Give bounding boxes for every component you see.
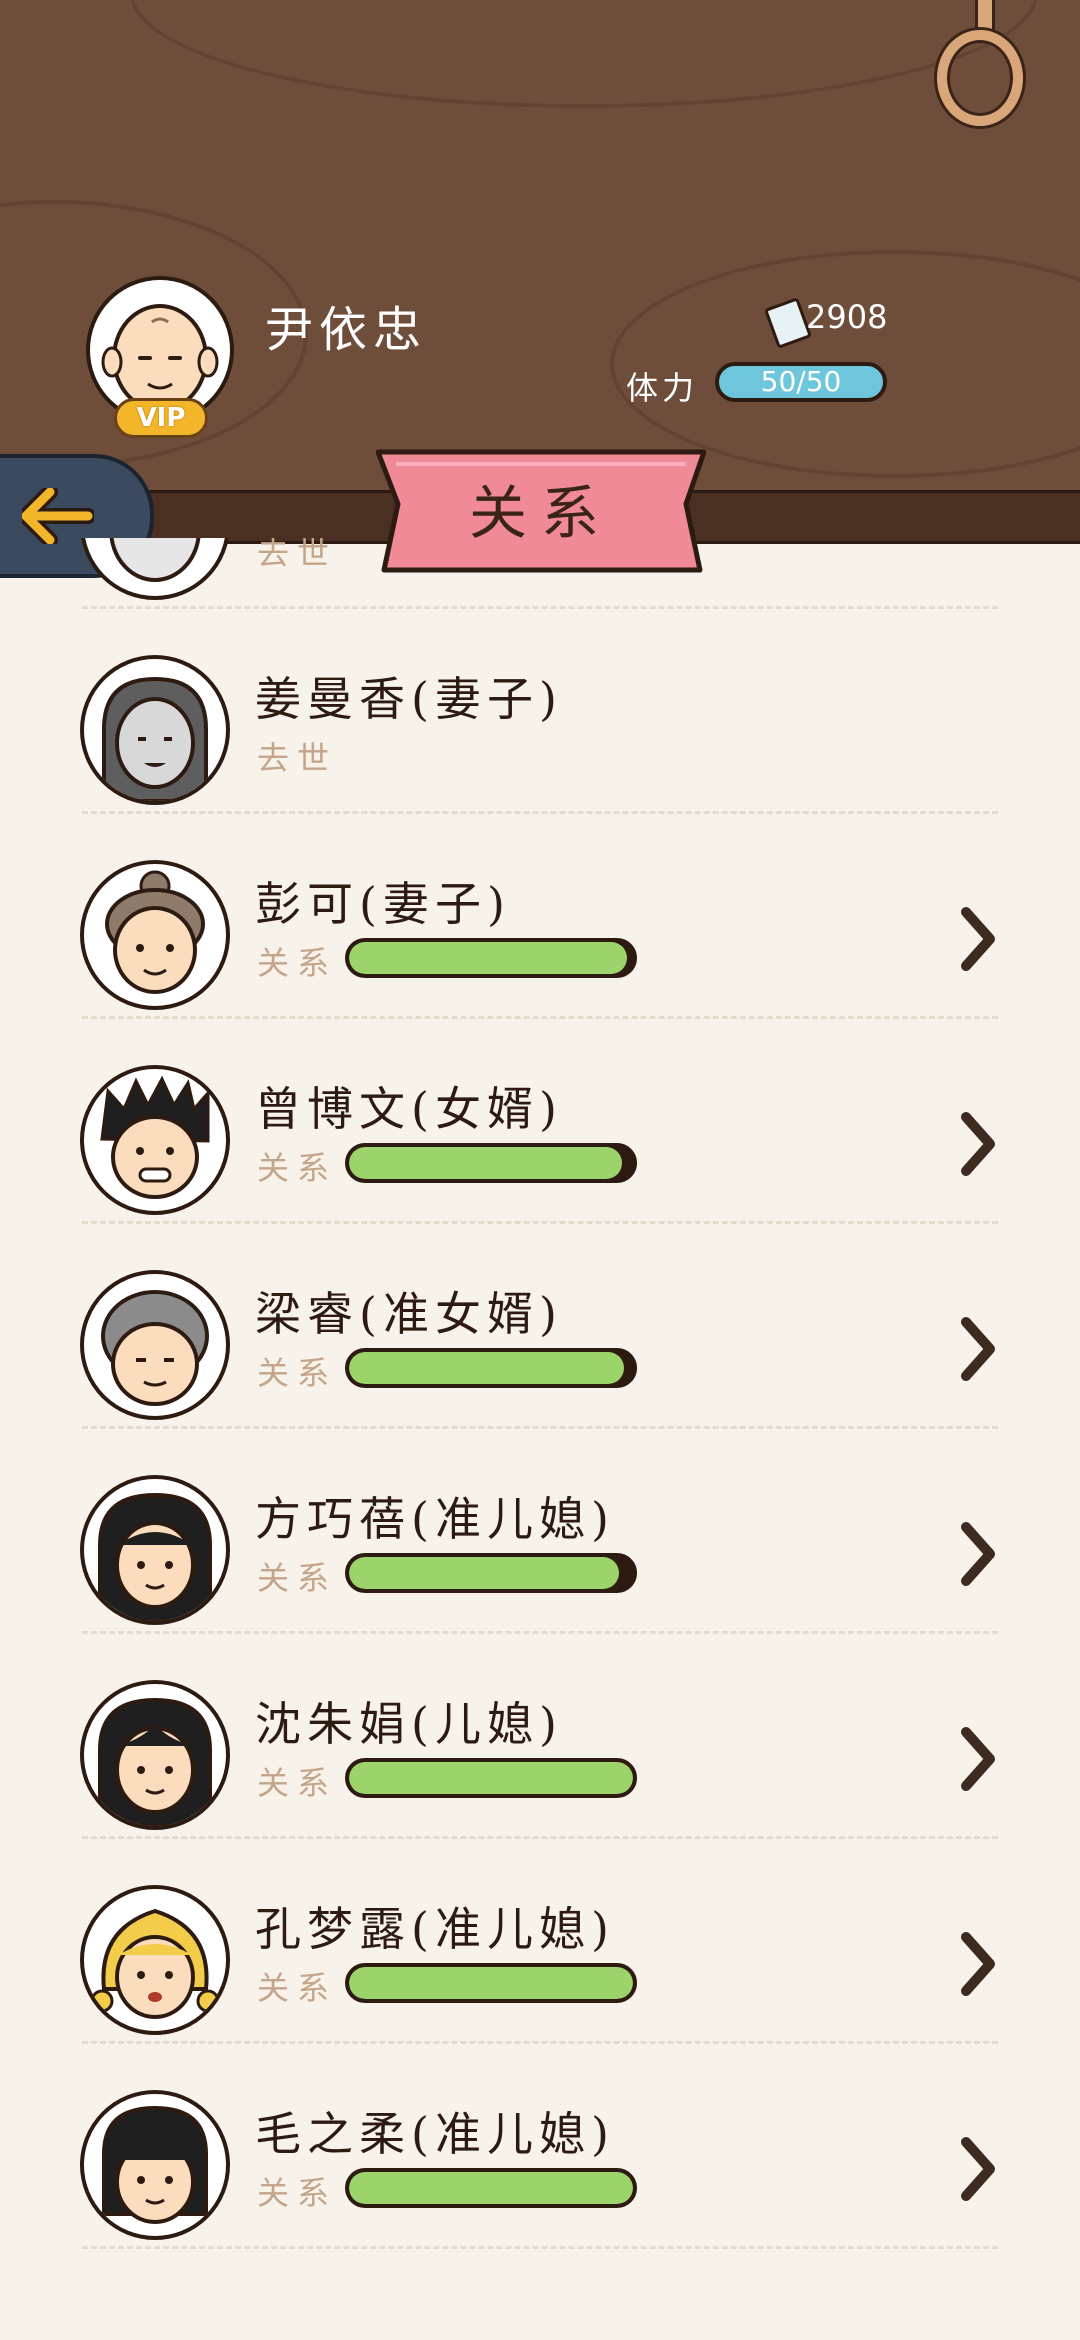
list-item[interactable]: 沈朱娟(儿媳) 关系 — [0, 1634, 1080, 1839]
relation-bar-fill — [349, 942, 628, 974]
list-item[interactable]: 彭可(妻子) 关系 — [0, 814, 1080, 1019]
relation-name: 曾博文(女婿) — [255, 1082, 563, 1136]
relationship-list[interactable]: 去世 姜曼香(妻子) 去世 彭可(妻子) 关系 曾博文(女婿) 关系 梁睿(准女… — [0, 538, 1080, 2340]
chevron-right-icon[interactable] — [958, 1726, 998, 1792]
relation-label: 关系 — [257, 944, 338, 982]
relation-label: 关系 — [257, 1969, 338, 2007]
chevron-right-icon[interactable] — [958, 1111, 998, 1177]
avatar — [80, 2090, 230, 2240]
avatar — [80, 538, 230, 600]
back-arrow-icon — [22, 488, 94, 544]
wood-grain — [130, 0, 1038, 108]
header-panel: VIP 尹依忠 2908 体力 50/50 — [0, 0, 1080, 490]
pull-ring-icon[interactable] — [937, 30, 1023, 126]
player-name: 尹依忠 — [265, 302, 428, 358]
relation-bar — [345, 938, 637, 978]
relation-bar-fill — [349, 1762, 633, 1794]
relation-bar-fill — [349, 1352, 625, 1384]
relation-name: 沈朱娟(儿媳) — [255, 1697, 563, 1751]
avatar — [80, 1885, 230, 2035]
relation-bar — [345, 2168, 637, 2208]
list-item[interactable]: 去世 — [0, 538, 1080, 609]
avatar — [80, 1680, 230, 1830]
relation-name: 毛之柔(准儿媳) — [255, 2107, 615, 2161]
relation-name: 孔梦露(准儿媳) — [255, 1902, 615, 1956]
relation-bar — [345, 1348, 637, 1388]
relation-bar-fill — [349, 1557, 619, 1589]
list-item[interactable]: 方巧蓓(准儿媳) 关系 — [0, 1429, 1080, 1634]
relation-bar-fill — [349, 1147, 622, 1179]
relation-label: 关系 — [257, 1149, 338, 1187]
relation-label: 关系 — [257, 2174, 338, 2212]
chevron-right-icon[interactable] — [958, 1931, 998, 1997]
relation-bar — [345, 1758, 637, 1798]
relation-label: 关系 — [257, 1559, 338, 1597]
relation-bar — [345, 1553, 637, 1593]
divider — [82, 2246, 998, 2249]
list-item[interactable]: 毛之柔(准儿媳) 关系 — [0, 2044, 1080, 2249]
chevron-right-icon[interactable] — [958, 2136, 998, 2202]
chevron-right-icon[interactable] — [958, 906, 998, 972]
relation-name: 梁睿(准女婿) — [255, 1287, 563, 1341]
avatar — [80, 1270, 230, 1420]
relation-status: 去世 — [257, 739, 338, 777]
chevron-right-icon[interactable] — [958, 1521, 998, 1587]
relation-bar — [345, 1963, 637, 2003]
relation-name: 彭可(妻子) — [255, 877, 511, 931]
relation-label: 关系 — [257, 1764, 338, 1802]
avatar — [80, 1065, 230, 1215]
avatar — [80, 1475, 230, 1625]
stamina-bar: 50/50 — [715, 362, 887, 402]
list-item[interactable]: 姜曼香(妻子) 去世 — [0, 609, 1080, 814]
relation-name: 方巧蓓(准儿媳) — [255, 1492, 615, 1546]
stamina-label: 体力 — [626, 369, 699, 407]
money-value: 2908 — [806, 298, 888, 336]
avatar — [80, 655, 230, 805]
relation-label: 关系 — [257, 1354, 338, 1392]
chevron-right-icon[interactable] — [958, 1316, 998, 1382]
list-item[interactable]: 曾博文(女婿) 关系 — [0, 1019, 1080, 1224]
avatar — [80, 860, 230, 1010]
vip-badge: VIP — [114, 398, 208, 438]
list-item[interactable]: 梁睿(准女婿) 关系 — [0, 1224, 1080, 1429]
relation-bar — [345, 1143, 637, 1183]
relation-name: 姜曼香(妻子) — [255, 672, 563, 726]
relation-status: 去世 — [257, 538, 338, 572]
list-item[interactable]: 孔梦露(准儿媳) 关系 — [0, 1839, 1080, 2044]
relation-bar-fill — [349, 1967, 633, 1999]
relation-bar-fill — [349, 2172, 633, 2204]
